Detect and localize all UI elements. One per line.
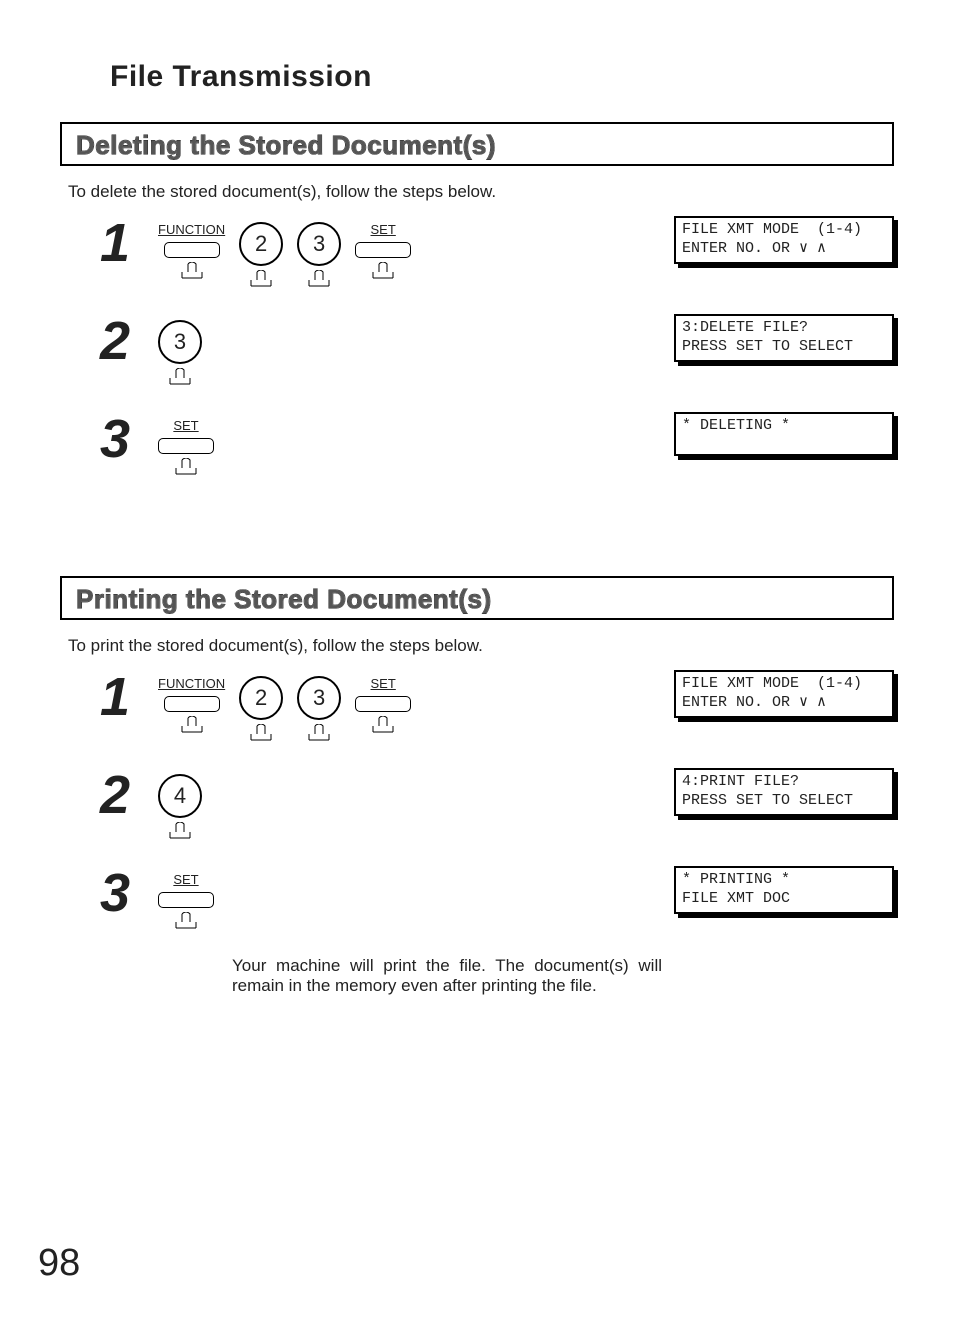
key-digit: 4	[158, 774, 202, 840]
page-number: 98	[38, 1242, 80, 1285]
section-intro: To delete the stored document(s), follow…	[68, 182, 894, 202]
step-row: 1 FUNCTION 2 3	[90, 216, 894, 288]
function-key[interactable]	[164, 696, 220, 712]
key-function: FUNCTION	[158, 222, 225, 280]
lcd-display: 4:PRINT FILE? PRESS SET TO SELECT	[674, 768, 894, 816]
press-icon	[369, 262, 397, 280]
key-set: SET	[158, 872, 214, 930]
step-left: 2 4	[90, 768, 202, 840]
press-icon	[305, 724, 333, 742]
step-number: 1	[90, 216, 130, 270]
page-title: File Transmission	[110, 60, 894, 94]
set-key[interactable]	[158, 892, 214, 908]
step-number: 2	[90, 314, 130, 368]
lcd-display: * DELETING *	[674, 412, 894, 456]
step-number: 3	[90, 412, 130, 466]
key-set: SET	[355, 676, 411, 734]
step-number: 1	[90, 670, 130, 724]
key-label: SET	[173, 872, 198, 887]
digit-key-3[interactable]: 3	[297, 676, 341, 720]
digit-key-3[interactable]: 3	[158, 320, 202, 364]
press-icon	[247, 270, 275, 288]
key-label: SET	[371, 676, 396, 691]
key-function: FUNCTION	[158, 676, 225, 734]
section-heading: Deleting the Stored Document(s)	[76, 130, 496, 161]
step-row: 1 FUNCTION 2 3	[90, 670, 894, 742]
key-digit: 3	[297, 676, 341, 742]
function-key[interactable]	[164, 242, 220, 258]
press-icon	[178, 262, 206, 280]
key-label: FUNCTION	[158, 676, 225, 691]
step-row: 3 SET * DELETING *	[90, 412, 894, 476]
key-label: SET	[173, 418, 198, 433]
section-heading: Printing the Stored Document(s)	[76, 584, 492, 615]
step-row: 2 3 3:DELETE FILE? PRESS SET TO SELECT	[90, 314, 894, 386]
digit-key-4[interactable]: 4	[158, 774, 202, 818]
key-label: SET	[371, 222, 396, 237]
press-icon	[166, 368, 194, 386]
lcd-display: * PRINTING * FILE XMT DOC	[674, 866, 894, 914]
key-row: 3	[158, 314, 202, 386]
key-label: FUNCTION	[158, 222, 225, 237]
key-set: SET	[355, 222, 411, 280]
press-icon	[178, 716, 206, 734]
lcd-display: 3:DELETE FILE? PRESS SET TO SELECT	[674, 314, 894, 362]
section-intro: To print the stored document(s), follow …	[68, 636, 894, 656]
set-key[interactable]	[158, 438, 214, 454]
step-row: 2 4 4:PRINT FILE? PRESS SET TO SELECT	[90, 768, 894, 840]
key-digit: 2	[239, 676, 283, 742]
page: File Transmission Deleting the Stored Do…	[0, 0, 954, 1335]
section-heading-box: Printing the Stored Document(s)	[60, 576, 894, 620]
key-digit: 3	[158, 320, 202, 386]
set-key[interactable]	[355, 696, 411, 712]
section-heading-box: Deleting the Stored Document(s)	[60, 122, 894, 166]
set-key[interactable]	[355, 242, 411, 258]
section-note: Your machine will print the file. The do…	[232, 956, 662, 996]
key-digit: 3	[297, 222, 341, 288]
digit-key-3[interactable]: 3	[297, 222, 341, 266]
step-number: 3	[90, 866, 130, 920]
step-left: 1 FUNCTION 2 3	[90, 670, 411, 742]
key-set: SET	[158, 418, 214, 476]
step-left: 3 SET	[90, 866, 214, 930]
key-row: SET	[158, 412, 214, 476]
press-icon	[369, 716, 397, 734]
digit-key-2[interactable]: 2	[239, 222, 283, 266]
key-digit: 2	[239, 222, 283, 288]
key-row: FUNCTION 2 3	[158, 670, 411, 742]
step-number: 2	[90, 768, 130, 822]
press-icon	[172, 912, 200, 930]
lcd-display: FILE XMT MODE (1-4) ENTER NO. OR ∨ ∧	[674, 216, 894, 264]
step-left: 2 3	[90, 314, 202, 386]
press-icon	[166, 822, 194, 840]
key-row: FUNCTION 2 3	[158, 216, 411, 288]
digit-key-2[interactable]: 2	[239, 676, 283, 720]
step-left: 3 SET	[90, 412, 214, 476]
key-row: 4	[158, 768, 202, 840]
key-row: SET	[158, 866, 214, 930]
press-icon	[247, 724, 275, 742]
step-left: 1 FUNCTION 2 3	[90, 216, 411, 288]
press-icon	[305, 270, 333, 288]
lcd-display: FILE XMT MODE (1-4) ENTER NO. OR ∨ ∧	[674, 670, 894, 718]
press-icon	[172, 458, 200, 476]
step-row: 3 SET * PRINTING * FILE XMT DOC	[90, 866, 894, 930]
